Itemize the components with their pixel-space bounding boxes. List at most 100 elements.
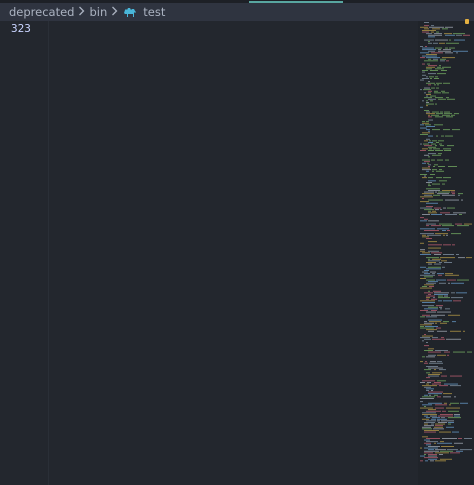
minimap-line: [428, 393, 442, 395]
minimap-line: [426, 390, 429, 391]
minimap-line: [428, 81, 430, 83]
minimap-line: [463, 330, 465, 332]
minimap-line: [438, 50, 451, 52]
minimap-line: [443, 49, 451, 51]
minimap-line: [426, 170, 429, 172]
minimap-line: [424, 39, 434, 41]
minimap-line: [440, 209, 442, 211]
minimap-line: [436, 31, 439, 33]
minimap-line: [454, 414, 460, 415]
minimap-line: [424, 425, 434, 427]
minimap-line: [438, 98, 446, 100]
minimap-line: [426, 76, 428, 78]
minimap-line: [422, 271, 428, 273]
minimap-line: [431, 87, 435, 89]
minimap-line: [424, 450, 439, 452]
minimap-line: [426, 441, 438, 443]
minimap-line: [433, 42, 438, 44]
minimap-line: [426, 238, 432, 239]
minimap-line: [451, 292, 455, 294]
minimap-line: [424, 422, 435, 423]
minimap-line: [433, 58, 438, 60]
minimap-line: [432, 169, 437, 171]
minimap-line: [420, 278, 426, 279]
minimap-line: [432, 372, 442, 374]
code-editor[interactable]: 323: [0, 21, 418, 485]
minimap-line: [422, 426, 431, 428]
minimap-line: [427, 382, 431, 383]
minimap-line: [452, 244, 455, 246]
minimap-line: [428, 458, 437, 460]
minimap-line: [424, 338, 431, 340]
minimap-line: [435, 452, 449, 454]
minimap-line: [436, 170, 444, 172]
minimap-line: [435, 425, 443, 427]
minimap-line: [428, 84, 431, 86]
minimap-line: [424, 154, 429, 156]
minimap-line: [426, 121, 429, 123]
minimap-line: [426, 388, 434, 390]
minimap-line: [422, 159, 430, 161]
minimap-line: [444, 33, 452, 35]
minimap-line: [422, 234, 426, 236]
minimap-line: [440, 111, 443, 113]
minimap-line: [428, 210, 431, 212]
minimap-line: [439, 282, 446, 284]
minimap-line: [454, 396, 456, 398]
minimap-line: [460, 402, 468, 404]
minimap-line: [445, 214, 457, 215]
minimap-line: [424, 345, 429, 347]
minimap-line: [458, 438, 462, 439]
minimap-line: [424, 140, 428, 142]
minimap-line: [436, 113, 443, 115]
minimap-line: [428, 41, 430, 43]
minimap-line: [445, 47, 448, 49]
minimap-line: [431, 114, 439, 116]
minimap-line: [426, 66, 435, 68]
minimap-line: [432, 140, 437, 142]
minimap-line: [440, 145, 444, 147]
minimap-line: [453, 351, 465, 353]
minimap-line: [434, 394, 438, 396]
minimap-line: [428, 156, 430, 158]
minimap-line: [445, 34, 455, 36]
minimap[interactable]: [418, 21, 474, 485]
minimap-line: [448, 282, 450, 284]
minimap-line: [420, 327, 434, 329]
minimap-line: [431, 25, 434, 27]
breadcrumb-item-bin[interactable]: bin: [87, 5, 109, 19]
minimap-line: [442, 190, 455, 191]
minimap-line: [426, 54, 437, 55]
minimap-line: [441, 260, 447, 262]
minimap-line: [448, 422, 454, 423]
minimap-line: [456, 34, 462, 36]
breadcrumb-item-test[interactable]: test: [141, 5, 167, 19]
minimap-line: [452, 431, 459, 433]
vertical-scrollbar[interactable]: [468, 21, 474, 485]
minimap-line: [443, 177, 451, 179]
minimap-line: [442, 225, 454, 227]
minimap-line: [428, 183, 430, 185]
minimap-line: [447, 145, 454, 147]
minimap-line: [434, 426, 443, 428]
minimap-line: [422, 177, 427, 179]
minimap-line: [441, 446, 454, 447]
minimap-line: [431, 214, 442, 215]
minimap-line: [451, 233, 461, 235]
minimap-line: [438, 295, 443, 297]
breadcrumb-item-deprecated[interactable]: deprecated: [0, 5, 76, 19]
minimap-line: [428, 34, 442, 36]
minimap-line: [451, 297, 463, 299]
minimap-line: [433, 194, 440, 196]
minimap-line: [449, 47, 455, 49]
minimap-line: [426, 438, 440, 439]
minimap-line: [439, 454, 443, 455]
minimap-line: [426, 420, 436, 422]
minimap-line: [435, 233, 448, 235]
minimap-line: [428, 130, 430, 132]
minimap-line: [426, 268, 441, 270]
minimap-line: [427, 234, 441, 236]
minimap-line: [424, 28, 429, 30]
minimap-line: [422, 167, 430, 169]
minimap-line: [424, 191, 434, 193]
